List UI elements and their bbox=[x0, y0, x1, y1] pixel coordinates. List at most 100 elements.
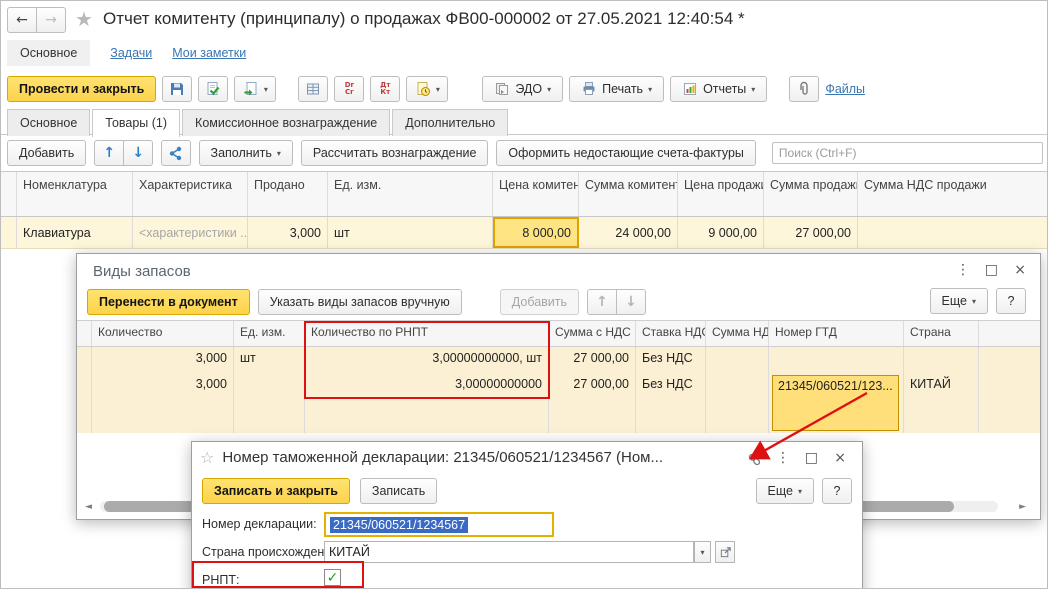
cell-rnpt-quantity[interactable]: 3,00000000000, шт bbox=[305, 347, 549, 373]
maximize-icon[interactable]: □ bbox=[805, 450, 818, 466]
maximize-icon[interactable]: □ bbox=[985, 262, 998, 278]
cell-sold[interactable]: 3,000 bbox=[248, 217, 328, 248]
cell-characteristic[interactable]: <характеристики ... bbox=[133, 217, 248, 248]
fill-button[interactable]: Заполнить ▾ bbox=[199, 140, 293, 166]
close-icon[interactable]: × bbox=[834, 450, 846, 466]
scroll-right-icon[interactable]: ► bbox=[1019, 502, 1026, 512]
print-button[interactable]: Печать ▾ bbox=[569, 76, 664, 102]
cell-vat-sum[interactable] bbox=[706, 347, 769, 373]
column-header-committent-sum[interactable]: Сумма комитента bbox=[579, 172, 678, 216]
files-link[interactable]: Файлы bbox=[825, 82, 865, 96]
search-input[interactable] bbox=[772, 142, 1043, 164]
row-selector-cell[interactable] bbox=[1, 217, 17, 248]
reports-button[interactable]: Отчеты ▾ bbox=[670, 76, 767, 102]
save-button[interactable] bbox=[162, 76, 192, 102]
column-header-sale-price[interactable]: Цена продажи bbox=[678, 172, 764, 216]
column-header-vat-rate[interactable]: Ставка НДС bbox=[636, 321, 706, 346]
declaration-help-button[interactable]: ? bbox=[822, 478, 852, 504]
calculate-fee-button[interactable]: Рассчитать вознаграждение bbox=[301, 140, 489, 166]
transfer-to-document-button[interactable]: Перенести в документ bbox=[87, 289, 250, 315]
stock-table-row[interactable]: 3,000 шт 3,00000000000, шт 27 000,00 Без… bbox=[77, 347, 1040, 373]
column-header-characteristic[interactable]: Характеристика bbox=[133, 172, 248, 216]
close-icon[interactable]: × bbox=[1014, 262, 1026, 278]
nav-tab-notes[interactable]: Мои заметки bbox=[172, 46, 246, 60]
cell-rnpt-quantity[interactable]: 3,00000000000 bbox=[305, 373, 549, 433]
drcr-movements-button[interactable]: DrCr bbox=[334, 76, 364, 102]
add-row-button[interactable]: Добавить bbox=[7, 140, 86, 166]
country-input[interactable]: КИТАЙ bbox=[324, 541, 694, 563]
cell-sum-with-vat[interactable]: 27 000,00 bbox=[549, 373, 636, 433]
column-header-sale-vat-sum[interactable]: Сумма НДС продажи bbox=[858, 172, 1048, 216]
row-selector-cell[interactable] bbox=[77, 373, 92, 433]
column-header-quantity[interactable]: Количество bbox=[92, 321, 234, 346]
cell-gtd-number[interactable] bbox=[769, 347, 904, 373]
column-header-unit[interactable]: Ед. изм. bbox=[234, 321, 305, 346]
nav-tab-main[interactable]: Основное bbox=[7, 40, 90, 66]
cell-quantity[interactable]: 3,000 bbox=[92, 373, 234, 433]
favorite-icon[interactable]: ★ bbox=[75, 9, 93, 29]
post-and-close-button[interactable]: Провести и закрыть bbox=[7, 76, 156, 102]
nav-tab-tasks[interactable]: Задачи bbox=[110, 46, 152, 60]
column-header-sold[interactable]: Продано bbox=[248, 172, 328, 216]
post-document-button[interactable] bbox=[198, 76, 228, 102]
gtd-number-editor[interactable]: 21345/060521/123... bbox=[772, 375, 899, 431]
save-button[interactable]: Записать bbox=[360, 478, 437, 504]
stock-move-up-button[interactable]: ↑ bbox=[587, 289, 617, 315]
cell-country[interactable]: КИТАЙ bbox=[904, 373, 979, 433]
cell-unit[interactable] bbox=[234, 373, 305, 433]
manual-stock-types-button[interactable]: Указать виды запасов вручную bbox=[258, 289, 462, 315]
stock-table-row-selected[interactable]: 3,000 3,00000000000 27 000,00 Без НДС 21… bbox=[77, 373, 1040, 433]
rnpt-checkbox[interactable]: ✓ bbox=[324, 569, 341, 586]
declaration-number-input[interactable]: 21345/060521/1234567 bbox=[324, 512, 554, 537]
cell-nomenclature[interactable]: Клавиатура bbox=[17, 217, 133, 248]
cell-country[interactable] bbox=[904, 347, 979, 373]
stock-move-down-button[interactable]: ↓ bbox=[616, 289, 646, 315]
move-up-button[interactable]: ↑ bbox=[94, 140, 124, 166]
scroll-left-icon[interactable]: ◄ bbox=[85, 502, 92, 512]
column-header-unit[interactable]: Ед. изм. bbox=[328, 172, 493, 216]
column-header-committent-price[interactable]: Цена комитента bbox=[493, 172, 579, 216]
issue-invoices-button[interactable]: Оформить недостающие счета-фактуры bbox=[496, 140, 756, 166]
tab-main[interactable]: Основное bbox=[7, 109, 90, 136]
cell-committent-price-selected[interactable]: 8 000,00 bbox=[493, 217, 579, 248]
forward-button[interactable]: → bbox=[36, 7, 66, 33]
cell-sale-sum[interactable]: 27 000,00 bbox=[764, 217, 858, 248]
create-based-on-button[interactable]: ▾ bbox=[234, 76, 276, 102]
products-table-row[interactable]: Клавиатура <характеристики ... 3,000 шт … bbox=[1, 217, 1048, 249]
declaration-more-button[interactable]: Еще ▾ bbox=[756, 478, 814, 504]
menu-dots-icon[interactable]: ⋮ bbox=[956, 262, 970, 278]
column-header-sum-with-vat[interactable]: Сумма с НДС bbox=[549, 321, 636, 346]
cell-committent-sum[interactable]: 24 000,00 bbox=[579, 217, 678, 248]
link-icon[interactable] bbox=[747, 452, 762, 467]
cell-sum-with-vat[interactable]: 27 000,00 bbox=[549, 347, 636, 373]
tab-commission[interactable]: Комиссионное вознаграждение bbox=[182, 109, 390, 136]
tab-additional[interactable]: Дополнительно bbox=[392, 109, 508, 136]
cell-sale-price[interactable]: 9 000,00 bbox=[678, 217, 764, 248]
cell-vat-sum[interactable] bbox=[706, 373, 769, 433]
row-selector-cell[interactable] bbox=[77, 347, 92, 373]
register-records-button[interactable] bbox=[298, 76, 328, 102]
cell-gtd-number-selected[interactable]: 21345/060521/123... bbox=[769, 373, 904, 433]
column-header-rnpt-quantity[interactable]: Количество по РНПТ bbox=[305, 321, 549, 346]
dtkt-movements-button[interactable]: ДтКт bbox=[370, 76, 400, 102]
edo-button[interactable]: ЭДО ▾ bbox=[482, 76, 563, 102]
stock-help-button[interactable]: ? bbox=[996, 288, 1026, 314]
add-stock-row-button[interactable]: Добавить bbox=[500, 289, 579, 315]
stock-more-button[interactable]: Еще ▾ bbox=[930, 288, 988, 314]
cell-vat-rate[interactable]: Без НДС bbox=[636, 347, 706, 373]
show-stock-types-button[interactable] bbox=[161, 140, 190, 166]
column-header-gtd-number[interactable]: Номер ГТД bbox=[769, 321, 904, 346]
save-and-close-button[interactable]: Записать и закрыть bbox=[202, 478, 350, 504]
cell-unit[interactable]: шт bbox=[328, 217, 493, 248]
menu-dots-icon[interactable]: ⋮ bbox=[776, 450, 790, 466]
column-header-country[interactable]: Страна bbox=[904, 321, 979, 346]
column-header-vat-sum[interactable]: Сумма НДС bbox=[706, 321, 769, 346]
column-header-sale-sum[interactable]: Сумма продажи bbox=[764, 172, 858, 216]
cell-unit[interactable]: шт bbox=[234, 347, 305, 373]
back-button[interactable]: ← bbox=[7, 7, 37, 33]
move-down-button[interactable]: ↓ bbox=[123, 140, 153, 166]
schedule-document-button[interactable]: ▾ bbox=[406, 76, 448, 102]
cell-quantity[interactable]: 3,000 bbox=[92, 347, 234, 373]
country-dropdown-button[interactable]: ▾ bbox=[694, 541, 711, 563]
tab-goods[interactable]: Товары (1) bbox=[92, 109, 180, 137]
